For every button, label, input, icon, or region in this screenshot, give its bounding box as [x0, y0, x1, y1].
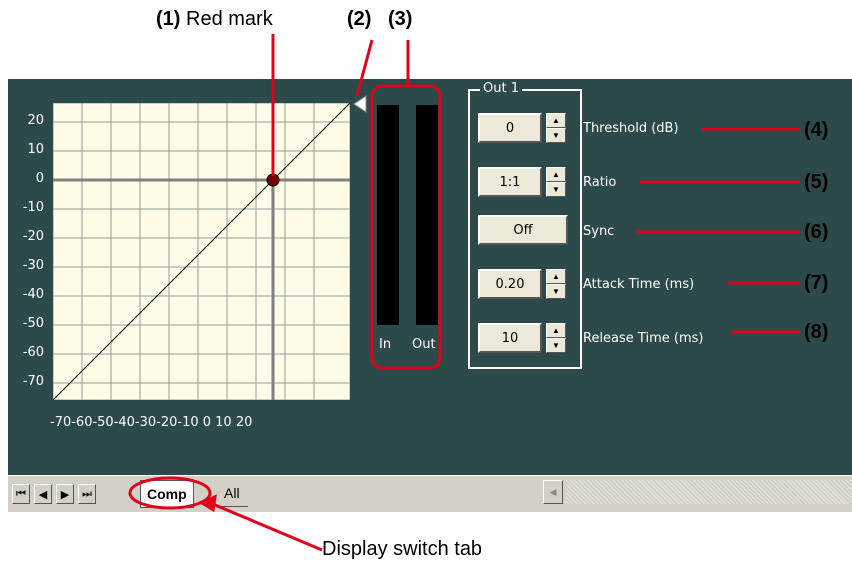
- callout-4: (4): [804, 119, 829, 141]
- display-switch-tab-callout: Display switch tab: [322, 538, 483, 560]
- comp-tab-highlight: [128, 476, 212, 510]
- meter-highlight: [370, 84, 442, 370]
- callout-5: (5): [804, 171, 829, 193]
- callout-8: (8): [804, 321, 829, 343]
- callout-6: (6): [804, 221, 829, 243]
- marker-leader: [355, 39, 374, 97]
- callout-7: (7): [804, 272, 829, 294]
- callout-overlay: [128, 34, 800, 552]
- display-switch-leader: [207, 500, 323, 552]
